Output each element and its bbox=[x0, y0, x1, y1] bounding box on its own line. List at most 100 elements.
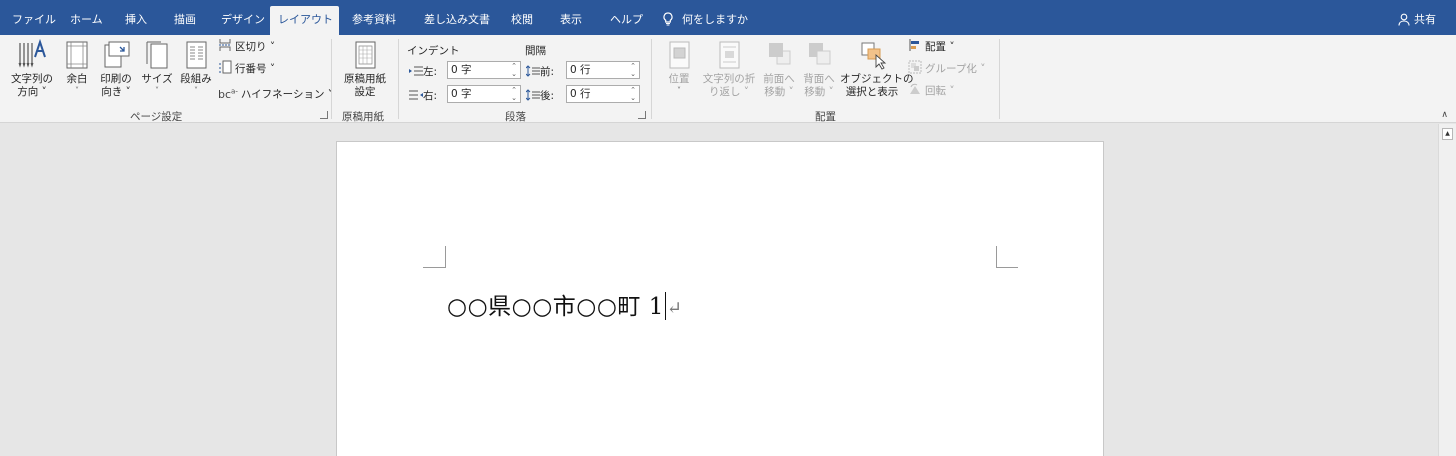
line-numbers-button[interactable]: 行番号 ˅ bbox=[218, 60, 275, 78]
size-label: サイズ bbox=[141, 73, 173, 85]
breaks-label: 区切り ˅ bbox=[235, 41, 276, 53]
page-setup-group-label: ページ設定 bbox=[130, 111, 183, 123]
manuscript-label-2: 設定 bbox=[354, 86, 376, 98]
selection-pane-label-1: オブジェクトの bbox=[840, 73, 914, 85]
columns-button[interactable]: 段組み ˅ bbox=[178, 39, 214, 95]
tab-file[interactable]: ファイル bbox=[4, 6, 64, 35]
rotate-button[interactable]: 回転 ˅ bbox=[908, 82, 955, 100]
document-text: ○○県○○市○○町 1 bbox=[447, 294, 664, 320]
indent-right-value: 0 字 bbox=[451, 88, 472, 100]
rotate-icon bbox=[910, 83, 920, 94]
tell-me-box[interactable]: 何をしますか bbox=[662, 6, 748, 35]
text-cursor bbox=[664, 292, 666, 320]
margins-label: 余白 bbox=[66, 73, 88, 85]
tab-view[interactable]: 表示 bbox=[552, 6, 590, 35]
group-separator bbox=[331, 39, 332, 119]
selection-pane-button[interactable]: オブジェクトの 選択と表示 bbox=[840, 39, 914, 99]
tab-layout[interactable]: レイアウト bbox=[270, 6, 339, 35]
manuscript-label-1: 原稿用紙 bbox=[344, 73, 386, 85]
indent-right-input[interactable]: 0 字 ⌃ ⌄ bbox=[447, 85, 521, 103]
indent-left-input[interactable]: 0 字 ⌃ ⌄ bbox=[447, 61, 521, 79]
line-numbers-icon bbox=[219, 60, 232, 74]
send-backward-button[interactable]: 背面へ 移動 ˅ bbox=[801, 39, 837, 99]
indent-left-label: 左: bbox=[409, 64, 437, 79]
document-page[interactable]: ○○県○○市○○町 1 ↵ bbox=[336, 141, 1104, 456]
page-setup-launcher-icon[interactable] bbox=[320, 111, 328, 119]
spacing-after-input[interactable]: 0 行 ⌃ ⌄ bbox=[566, 85, 640, 103]
orientation-button[interactable]: 印刷の 向き ˅ bbox=[97, 39, 135, 99]
spinner-arrows-icon[interactable]: ⌃ ⌄ bbox=[630, 62, 636, 78]
ribbon: 文字列の 方向 ˅ 余白 ˅ 印刷の 向き ˅ サイズ ˅ 段組み ˅ 区切り … bbox=[0, 35, 1456, 123]
tab-draw[interactable]: 描画 bbox=[166, 6, 204, 35]
indent-left-icon bbox=[409, 66, 423, 76]
paragraph-group-label: 段落 bbox=[505, 111, 526, 123]
crop-mark bbox=[996, 246, 997, 268]
wrap-text-icon bbox=[719, 41, 740, 69]
tell-me-label: 何をしますか bbox=[682, 13, 748, 26]
align-button[interactable]: 配置 ˅ bbox=[908, 38, 955, 56]
vertical-scrollbar[interactable]: ▲ bbox=[1438, 124, 1456, 456]
send-backward-label-1: 背面へ bbox=[803, 73, 835, 85]
manuscript-group-label: 原稿用紙 bbox=[342, 111, 384, 123]
columns-label: 段組み bbox=[180, 73, 212, 85]
paragraph-launcher-icon[interactable] bbox=[638, 111, 646, 119]
orientation-label-1: 印刷の bbox=[100, 73, 132, 85]
position-icon bbox=[669, 41, 690, 69]
hyphenation-icon: bca- bbox=[218, 87, 238, 101]
wrap-text-button[interactable]: 文字列の折 り返し ˅ bbox=[700, 39, 758, 99]
wrap-text-label-1: 文字列の折 bbox=[702, 73, 756, 85]
spinner-arrows-icon[interactable]: ⌃ ⌄ bbox=[630, 86, 636, 102]
size-caret: ˅ bbox=[155, 86, 159, 95]
group-icon bbox=[908, 60, 922, 74]
hyphenation-label: ハイフネーション ˅ bbox=[240, 88, 334, 101]
size-button[interactable]: サイズ ˅ bbox=[140, 39, 174, 95]
indent-title: インデント bbox=[407, 45, 460, 57]
crop-mark bbox=[996, 267, 1018, 268]
columns-caret: ˅ bbox=[194, 86, 198, 95]
orientation-icon bbox=[104, 41, 130, 68]
position-label: 位置 bbox=[668, 73, 690, 85]
breaks-button[interactable]: 区切り ˅ bbox=[218, 38, 275, 56]
spacing-before-input[interactable]: 0 行 ⌃ ⌄ bbox=[566, 61, 640, 79]
tab-help[interactable]: ヘルプ bbox=[602, 6, 651, 35]
tab-mailings[interactable]: 差し込み文書 bbox=[416, 6, 498, 35]
tab-insert[interactable]: 挿入 bbox=[117, 6, 155, 35]
spacing-before-label: 前: bbox=[525, 64, 554, 79]
text-direction-icon bbox=[18, 39, 46, 68]
bring-forward-button[interactable]: 前面へ 移動 ˅ bbox=[761, 39, 797, 99]
text-direction-button[interactable]: 文字列の 方向 ˅ bbox=[7, 39, 57, 99]
align-label: 配置 ˅ bbox=[925, 41, 955, 53]
scroll-up-icon[interactable]: ▲ bbox=[1442, 128, 1453, 140]
bring-forward-icon bbox=[769, 43, 791, 65]
manuscript-settings-button[interactable]: 原稿用紙 設定 bbox=[340, 39, 390, 99]
indent-right-icon bbox=[409, 90, 423, 100]
spinner-arrows-icon[interactable]: ⌃ ⌄ bbox=[511, 62, 517, 78]
share-button[interactable]: 共有 bbox=[1398, 6, 1436, 35]
document-canvas: ○○県○○市○○町 1 ↵ bbox=[0, 124, 1438, 456]
tab-design[interactable]: デザイン bbox=[213, 6, 273, 35]
spacing-before-value: 0 行 bbox=[570, 64, 591, 76]
group-separator bbox=[651, 39, 652, 119]
document-text-line[interactable]: ○○県○○市○○町 1 ↵ bbox=[447, 287, 682, 321]
group-button[interactable]: グループ化 ˅ bbox=[908, 60, 985, 78]
columns-icon bbox=[186, 41, 207, 69]
spinner-arrows-icon[interactable]: ⌃ ⌄ bbox=[511, 86, 517, 102]
bring-forward-label-2: 移動 ˅ bbox=[764, 86, 794, 98]
spacing-after-icon bbox=[525, 89, 540, 101]
collapse-ribbon-icon[interactable]: ∧ bbox=[1441, 110, 1448, 120]
selection-pane-label-2: 選択と表示 bbox=[845, 86, 899, 98]
hyphenation-button[interactable]: bca- ハイフネーション ˅ bbox=[218, 82, 334, 101]
tab-review[interactable]: 校閲 bbox=[503, 6, 541, 35]
manuscript-icon bbox=[355, 41, 376, 69]
breaks-icon bbox=[219, 39, 231, 51]
spacing-title: 間隔 bbox=[525, 45, 546, 57]
tab-references[interactable]: 参考資料 bbox=[344, 6, 404, 35]
position-button[interactable]: 位置 ˅ bbox=[663, 39, 695, 95]
margins-button[interactable]: 余白 ˅ bbox=[62, 39, 92, 95]
align-icon bbox=[909, 39, 919, 51]
selection-pane-icon bbox=[861, 42, 887, 70]
orientation-label-2: 向き ˅ bbox=[101, 86, 131, 98]
tab-home[interactable]: ホーム bbox=[62, 6, 111, 35]
send-backward-label-2: 移動 ˅ bbox=[804, 86, 834, 98]
group-separator bbox=[398, 39, 399, 119]
